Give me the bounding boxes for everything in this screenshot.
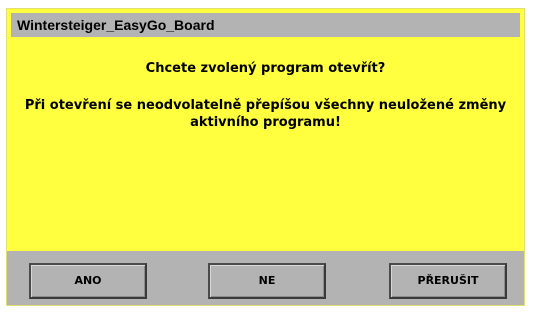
message-area: Chcete zvolený program otevřít? Při otev… [7,39,524,244]
dialog-title: Wintersteiger_EasyGo_Board [11,13,520,37]
yes-button[interactable]: ANO [29,263,147,299]
button-bar: ANO NE PŘERUŠIT [7,251,524,305]
cancel-button[interactable]: PŘERUŠIT [389,263,507,299]
confirm-open-dialog: Wintersteiger_EasyGo_Board Chcete zvolen… [6,8,525,306]
question-text: Chcete zvolený program otevřít? [145,61,386,76]
warning-text: Při otevření se neodvolatelně přepíšou v… [24,98,507,130]
no-button[interactable]: NE [208,263,326,299]
